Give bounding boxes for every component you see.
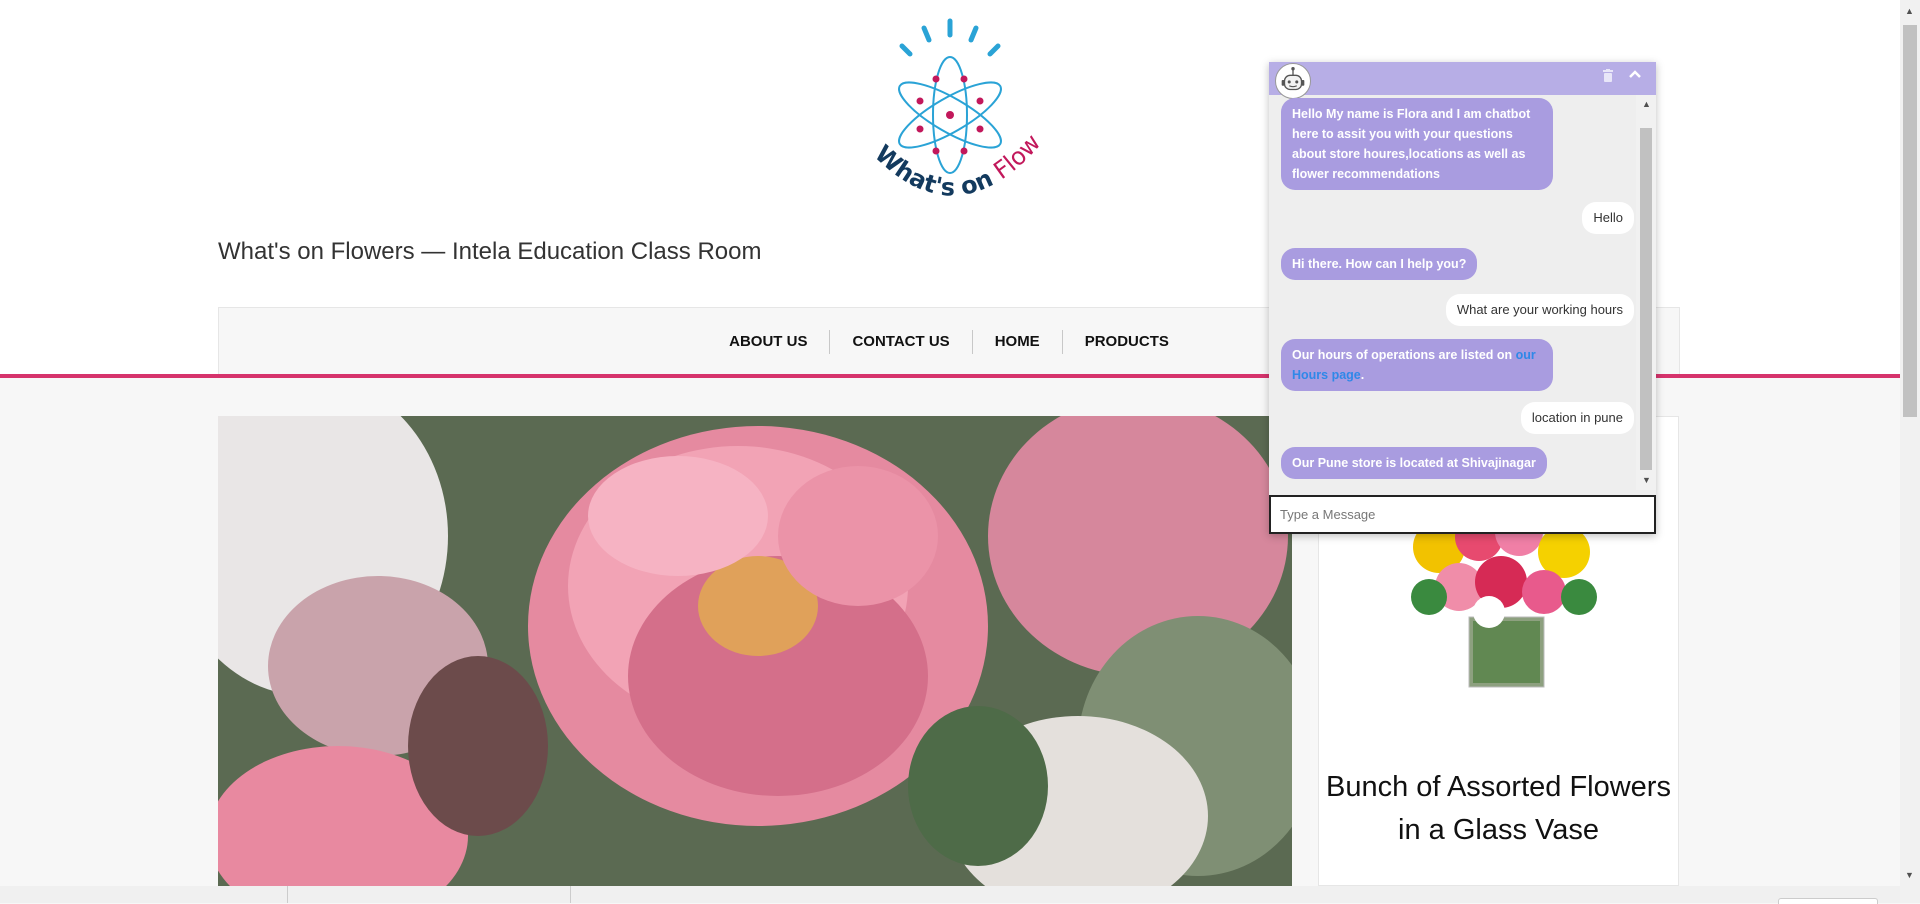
page-scrollbar-thumb[interactable] [1903, 25, 1917, 417]
scroll-down-arrow-icon[interactable]: ▼ [1905, 870, 1914, 880]
scroll-down-arrow-icon[interactable]: ▼ [1642, 475, 1651, 485]
chat-header [1269, 62, 1656, 99]
chat-scrollbar-thumb[interactable] [1640, 128, 1652, 470]
bot-message: Our hours of operations are listed on ou… [1281, 339, 1553, 391]
page-scrollbar[interactable]: ▲ ▼ [1900, 0, 1920, 903]
trash-icon[interactable] [1602, 69, 1622, 89]
scroll-up-arrow-icon[interactable]: ▲ [1905, 6, 1914, 16]
scroll-up-arrow-icon[interactable]: ▲ [1642, 99, 1651, 109]
user-message: What are your working hours [1445, 294, 1634, 326]
nav-item-about-us[interactable]: ABOUT US [707, 330, 831, 354]
bottom-divider [570, 886, 571, 903]
chat-scrollbar[interactable]: ▲ ▼ [1636, 95, 1656, 490]
chat-widget: Hello My name is Flora and I am chatbot … [1269, 62, 1656, 534]
product-title[interactable]: Bunch of Assorted Flowers in a Glass Vas… [1319, 766, 1678, 852]
bottom-button[interactable] [1778, 898, 1878, 904]
chatbot-avatar-icon [1275, 63, 1311, 99]
nav-item-products[interactable]: PRODUCTS [1063, 330, 1191, 354]
nav-item-home[interactable]: HOME [973, 330, 1063, 354]
bot-message: Our Pune store is located at Shivajinaga… [1281, 447, 1547, 479]
bot-message-text: . [1360, 368, 1365, 382]
bot-message: Hello My name is Flora and I am chatbot … [1281, 98, 1553, 190]
site-title[interactable]: What's on Flowers — Intela Education Cla… [218, 238, 761, 266]
user-message: Hello [1582, 202, 1634, 234]
logo-text: What's on Flowers [852, 13, 1046, 202]
hero-image [218, 416, 1292, 886]
chat-message-input[interactable] [1269, 495, 1656, 534]
chat-messages: Hello My name is Flora and I am chatbot … [1269, 95, 1636, 490]
bottom-bar [0, 886, 1900, 904]
user-message: location in pune [1520, 402, 1634, 434]
nav-item-contact-us[interactable]: CONTACT US [830, 330, 973, 354]
bot-message-text: Our hours of operations are listed on [1292, 348, 1516, 362]
chevron-up-icon[interactable] [1628, 67, 1648, 87]
bot-message: Hi there. How can I help you? [1281, 248, 1478, 280]
site-logo[interactable]: What's on Flowers [852, 13, 1052, 223]
bottom-divider [287, 886, 288, 903]
